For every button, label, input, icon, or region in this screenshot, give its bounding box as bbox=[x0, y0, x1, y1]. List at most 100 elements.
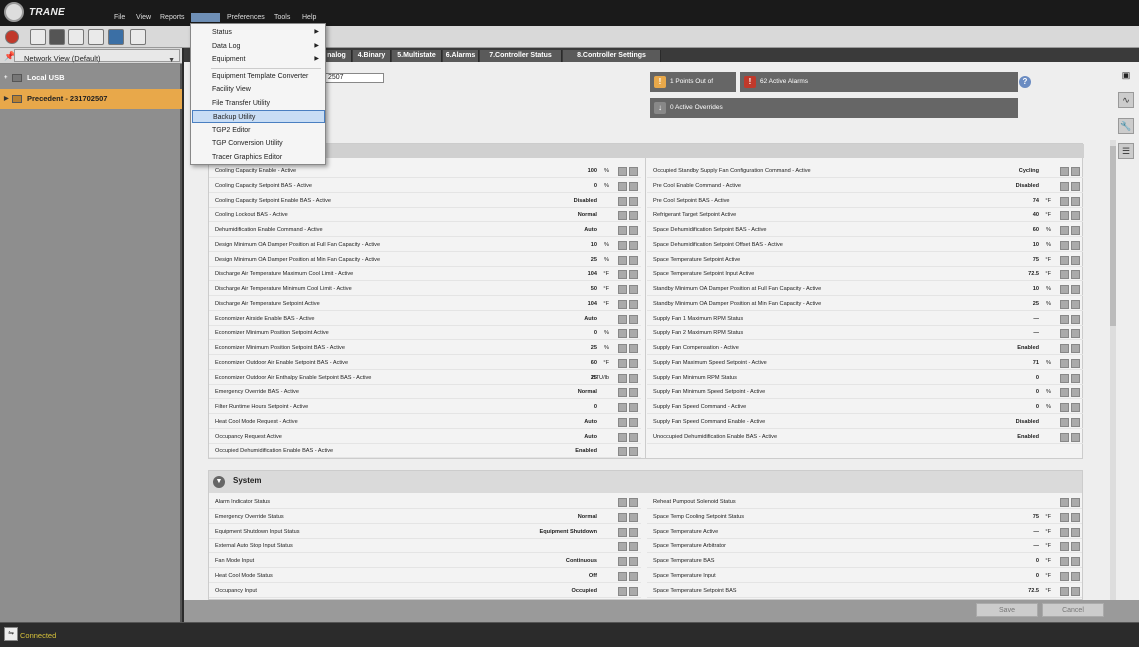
override-button[interactable] bbox=[618, 403, 627, 412]
info-button[interactable] bbox=[629, 358, 638, 368]
info-button[interactable] bbox=[1071, 240, 1080, 250]
tab-binary[interactable]: 4.Binary bbox=[353, 50, 391, 62]
menu-view[interactable]: View bbox=[133, 13, 154, 22]
display-icon[interactable]: ▣ bbox=[1118, 68, 1134, 84]
info-button[interactable] bbox=[1071, 432, 1080, 442]
info-button[interactable] bbox=[1071, 586, 1080, 596]
info-button[interactable] bbox=[629, 344, 638, 353]
override-button[interactable] bbox=[618, 255, 627, 265]
override-button[interactable] bbox=[1060, 498, 1069, 507]
menu-item-data-log[interactable]: Data Log ▶ bbox=[192, 40, 325, 53]
override-button[interactable] bbox=[1060, 181, 1069, 191]
override-button[interactable] bbox=[618, 417, 627, 427]
override-button[interactable] bbox=[618, 181, 627, 191]
menu-reports[interactable]: Reports bbox=[157, 13, 188, 22]
info-button[interactable] bbox=[1071, 358, 1080, 368]
network-view-select[interactable]: 📌 Network View (Default) ▼ bbox=[0, 48, 182, 64]
info-button[interactable] bbox=[629, 557, 638, 566]
info-button[interactable] bbox=[629, 226, 638, 235]
override-button[interactable] bbox=[1060, 285, 1069, 294]
info-button[interactable] bbox=[1071, 388, 1080, 398]
info-button[interactable] bbox=[629, 255, 638, 265]
menu-item-tgp-conversion-utility[interactable]: TGP Conversion Utility bbox=[192, 137, 325, 150]
info-button[interactable] bbox=[629, 571, 638, 581]
override-button[interactable] bbox=[1060, 557, 1069, 566]
info-button[interactable] bbox=[629, 447, 638, 457]
override-button[interactable] bbox=[1060, 211, 1069, 221]
info-button[interactable] bbox=[1071, 181, 1080, 191]
override-button[interactable] bbox=[618, 270, 627, 280]
info-button[interactable] bbox=[629, 181, 638, 191]
tab-controller-settings[interactable]: 8.Controller Settings bbox=[563, 50, 661, 62]
override-button[interactable] bbox=[618, 447, 627, 457]
tab-alarms[interactable]: 6.Alarms bbox=[443, 50, 479, 62]
override-button[interactable] bbox=[618, 542, 627, 552]
info-button[interactable] bbox=[1071, 299, 1080, 309]
info-button[interactable] bbox=[629, 240, 638, 250]
tab-analog[interactable]: nalog bbox=[322, 50, 352, 62]
info-button[interactable] bbox=[1071, 285, 1080, 294]
scroll-thumb[interactable] bbox=[1110, 146, 1116, 326]
points-out-of-service-badge[interactable]: ! 1 Points Out of Service bbox=[650, 72, 736, 105]
tree-item-precedent[interactable]: ▶ Precedent - 231702507 bbox=[0, 89, 182, 109]
menu-item-backup-utility[interactable]: Backup Utility bbox=[192, 110, 325, 123]
info-button[interactable] bbox=[629, 417, 638, 427]
info-button[interactable] bbox=[1071, 270, 1080, 280]
override-button[interactable] bbox=[618, 314, 627, 324]
override-button[interactable] bbox=[618, 432, 627, 442]
tab-multistate[interactable]: 5.Multistate bbox=[392, 50, 442, 62]
tab-controller-status[interactable]: 7.Controller Status bbox=[480, 50, 562, 62]
menu-active[interactable] bbox=[191, 13, 220, 22]
info-button[interactable] bbox=[629, 167, 638, 176]
override-button[interactable] bbox=[618, 299, 627, 309]
save-button[interactable]: Save bbox=[976, 603, 1038, 617]
menu-item-equipment[interactable]: Equipment ▶ bbox=[192, 53, 325, 66]
info-button[interactable] bbox=[1071, 329, 1080, 339]
monitor-icon[interactable] bbox=[30, 29, 46, 45]
info-button[interactable] bbox=[1071, 557, 1080, 566]
menu-item-tracer-graphics-editor[interactable]: Tracer Graphics Editor bbox=[192, 151, 325, 164]
menu-item-facility-view[interactable]: Facility View bbox=[192, 83, 325, 96]
info-button[interactable] bbox=[1071, 527, 1080, 537]
override-button[interactable] bbox=[1060, 432, 1069, 442]
override-button[interactable] bbox=[1060, 196, 1069, 206]
info-button[interactable] bbox=[629, 196, 638, 206]
wrench-icon[interactable]: 🔧 bbox=[1118, 118, 1134, 134]
info-button[interactable] bbox=[1071, 167, 1080, 176]
menu-item-file-transfer-utility[interactable]: File Transfer Utility bbox=[192, 97, 325, 110]
info-button[interactable] bbox=[629, 299, 638, 309]
override-button[interactable] bbox=[618, 527, 627, 537]
info-button[interactable] bbox=[629, 432, 638, 442]
info-button[interactable] bbox=[1071, 373, 1080, 383]
override-button[interactable] bbox=[618, 498, 627, 507]
chevron-down-icon[interactable]: ▼ bbox=[213, 476, 225, 488]
override-button[interactable] bbox=[618, 373, 627, 383]
menu-item-tgp2-editor[interactable]: TGP2 Editor bbox=[192, 124, 325, 137]
info-button[interactable] bbox=[1071, 498, 1080, 507]
cancel-button[interactable]: Cancel bbox=[1042, 603, 1104, 617]
info-button[interactable] bbox=[629, 512, 638, 522]
network-view-dropdown[interactable]: Network View (Default) ▼ bbox=[14, 49, 180, 64]
override-button[interactable] bbox=[618, 512, 627, 522]
info-button[interactable] bbox=[1071, 226, 1080, 235]
active-alarms-badge[interactable]: ! 62 Active Alarms bbox=[740, 72, 1018, 92]
system-header[interactable]: ▼ System bbox=[209, 471, 1082, 493]
info-button[interactable] bbox=[629, 403, 638, 412]
building-icon[interactable] bbox=[108, 29, 124, 45]
override-button[interactable] bbox=[618, 571, 627, 581]
override-button[interactable] bbox=[1060, 417, 1069, 427]
override-button[interactable] bbox=[1060, 167, 1069, 176]
document-icon[interactable] bbox=[49, 29, 65, 45]
vertical-scrollbar[interactable] bbox=[1110, 140, 1116, 600]
override-button[interactable] bbox=[1060, 226, 1069, 235]
override-button[interactable] bbox=[1060, 373, 1069, 383]
info-button[interactable] bbox=[1071, 403, 1080, 412]
menu-item-status[interactable]: Status ▶ bbox=[192, 26, 325, 39]
override-button[interactable] bbox=[1060, 358, 1069, 368]
override-button[interactable] bbox=[1060, 299, 1069, 309]
override-button[interactable] bbox=[1060, 586, 1069, 596]
help-icon[interactable]: ? bbox=[1019, 76, 1031, 88]
override-button[interactable] bbox=[618, 226, 627, 235]
override-button[interactable] bbox=[1060, 270, 1069, 280]
info-button[interactable] bbox=[1071, 512, 1080, 522]
